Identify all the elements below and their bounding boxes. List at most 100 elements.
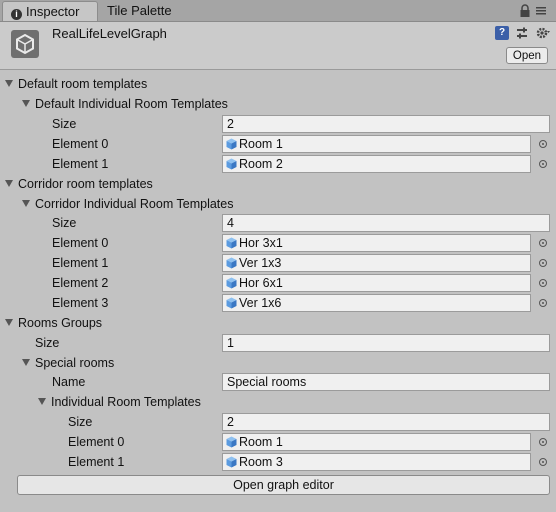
foldout-arrow-icon	[5, 180, 13, 187]
default-size-row: Size 2	[0, 114, 556, 134]
corridor-element-3-row: Element 3 Ver 1x6	[0, 293, 556, 313]
size-label: Size	[35, 336, 60, 350]
prefab-cube-icon	[226, 297, 237, 309]
unity-asset-icon	[11, 30, 39, 58]
default-element-0-field[interactable]: Room 1	[222, 135, 531, 153]
corridor-size-row: Size 4	[0, 213, 556, 233]
object-name: Room 2	[239, 157, 283, 171]
info-icon: i	[11, 9, 22, 20]
special-element-1-field[interactable]: Room 3	[222, 453, 531, 471]
corridor-room-templates-foldout[interactable]: Corridor room templates	[0, 174, 556, 194]
inspector-header: RealLifeLevelGraph ? Open	[0, 22, 556, 70]
foldout-arrow-icon	[22, 100, 30, 107]
corridor-element-1-field[interactable]: Ver 1x3	[222, 254, 531, 272]
tab-tile-palette-label: Tile Palette	[107, 3, 172, 18]
object-name: Ver 1x6	[239, 296, 282, 310]
default-room-templates-foldout[interactable]: Default room templates	[0, 74, 556, 94]
tab-inspector[interactable]: i Inspector	[2, 1, 98, 21]
foldout-label: Corridor Individual Room Templates	[35, 197, 234, 211]
foldout-arrow-icon	[5, 80, 13, 87]
rooms-groups-size-field[interactable]: 1	[222, 334, 550, 352]
asset-name: RealLifeLevelGraph	[52, 26, 167, 41]
special-size-row: Size 2	[0, 412, 556, 432]
open-button[interactable]: Open	[506, 47, 548, 64]
menu-icon[interactable]	[534, 4, 548, 16]
tab-bar: i Inspector Tile Palette	[0, 0, 556, 22]
default-element-0-row: Element 0 Room 1	[0, 134, 556, 154]
element-label: Element 3	[52, 296, 109, 310]
element-label: Element 1	[52, 157, 109, 171]
special-rooms-name-field[interactable]: Special rooms	[222, 373, 550, 391]
special-element-0-row: Element 0 Room 1	[0, 432, 556, 452]
foldout-arrow-icon	[22, 200, 30, 207]
foldout-label: Special rooms	[35, 356, 115, 370]
help-icon[interactable]: ?	[495, 26, 509, 40]
element-label: Element 0	[52, 236, 109, 250]
object-name: Ver 1x3	[239, 256, 282, 270]
corridor-element-2-row: Element 2 Hor 6x1	[0, 273, 556, 293]
prefab-cube-icon	[226, 237, 237, 249]
corridor-element-0-row: Element 0 Hor 3x1	[0, 233, 556, 253]
prefab-cube-icon	[226, 456, 237, 468]
gear-icon[interactable]	[535, 25, 551, 41]
default-size-field[interactable]: 2	[222, 115, 550, 133]
size-label: Size	[52, 117, 77, 131]
prefab-cube-icon	[226, 257, 237, 269]
special-size-field[interactable]: 2	[222, 413, 550, 431]
default-element-1-row: Element 1 Room 2	[0, 154, 556, 174]
open-graph-editor-button[interactable]: Open graph editor	[17, 475, 550, 495]
corridor-individual-foldout[interactable]: Corridor Individual Room Templates	[0, 194, 556, 214]
tab-tile-palette[interactable]: Tile Palette	[107, 1, 172, 21]
foldout-arrow-icon	[38, 398, 46, 405]
corridor-size-field[interactable]: 4	[222, 214, 550, 232]
prefab-cube-icon	[226, 277, 237, 289]
name-label: Name	[52, 375, 86, 389]
special-rooms-foldout[interactable]: Special rooms	[0, 353, 556, 373]
prefab-cube-icon	[226, 436, 237, 448]
foldout-label: Default Individual Room Templates	[35, 97, 228, 111]
corridor-element-0-field[interactable]: Hor 3x1	[222, 234, 531, 252]
default-element-1-field[interactable]: Room 2	[222, 155, 531, 173]
object-name: Room 1	[239, 137, 283, 151]
foldout-label: Default room templates	[18, 77, 148, 91]
tab-inspector-label: Inspector	[26, 4, 80, 19]
object-picker-icon[interactable]	[539, 259, 547, 267]
foldout-label: Individual Room Templates	[51, 395, 201, 409]
object-picker-icon[interactable]	[539, 438, 547, 446]
corridor-element-3-field[interactable]: Ver 1x6	[222, 294, 531, 312]
object-picker-icon[interactable]	[539, 140, 547, 148]
foldout-label: Corridor room templates	[18, 177, 153, 191]
special-element-1-row: Element 1 Room 3	[0, 452, 556, 472]
object-name: Hor 3x1	[239, 236, 283, 250]
foldout-label: Rooms Groups	[18, 316, 103, 330]
lock-icon[interactable]	[519, 4, 531, 18]
corridor-element-2-field[interactable]: Hor 6x1	[222, 274, 531, 292]
element-label: Element 0	[52, 137, 109, 151]
special-element-0-field[interactable]: Room 1	[222, 433, 531, 451]
corridor-element-1-row: Element 1 Ver 1x3	[0, 253, 556, 273]
special-rooms-name-row: Name Special rooms	[0, 372, 556, 392]
size-label: Size	[52, 216, 77, 230]
object-picker-icon[interactable]	[539, 458, 547, 466]
preset-icon[interactable]	[515, 26, 529, 40]
object-picker-icon[interactable]	[539, 239, 547, 247]
object-name: Room 3	[239, 455, 283, 469]
prefab-cube-icon	[226, 158, 237, 170]
foldout-arrow-icon	[22, 359, 30, 366]
object-name: Hor 6x1	[239, 276, 283, 290]
prefab-cube-icon	[226, 138, 237, 150]
size-label: Size	[68, 415, 93, 429]
foldout-arrow-icon	[5, 319, 13, 326]
element-label: Element 2	[52, 276, 109, 290]
object-name: Room 1	[239, 435, 283, 449]
element-label: Element 0	[68, 435, 125, 449]
rooms-groups-foldout[interactable]: Rooms Groups	[0, 313, 556, 333]
special-individual-foldout[interactable]: Individual Room Templates	[0, 392, 556, 412]
default-individual-foldout[interactable]: Default Individual Room Templates	[0, 94, 556, 114]
object-picker-icon[interactable]	[539, 160, 547, 168]
element-label: Element 1	[52, 256, 109, 270]
rooms-groups-size-row: Size 1	[0, 333, 556, 353]
object-picker-icon[interactable]	[539, 299, 547, 307]
element-label: Element 1	[68, 455, 125, 469]
object-picker-icon[interactable]	[539, 279, 547, 287]
